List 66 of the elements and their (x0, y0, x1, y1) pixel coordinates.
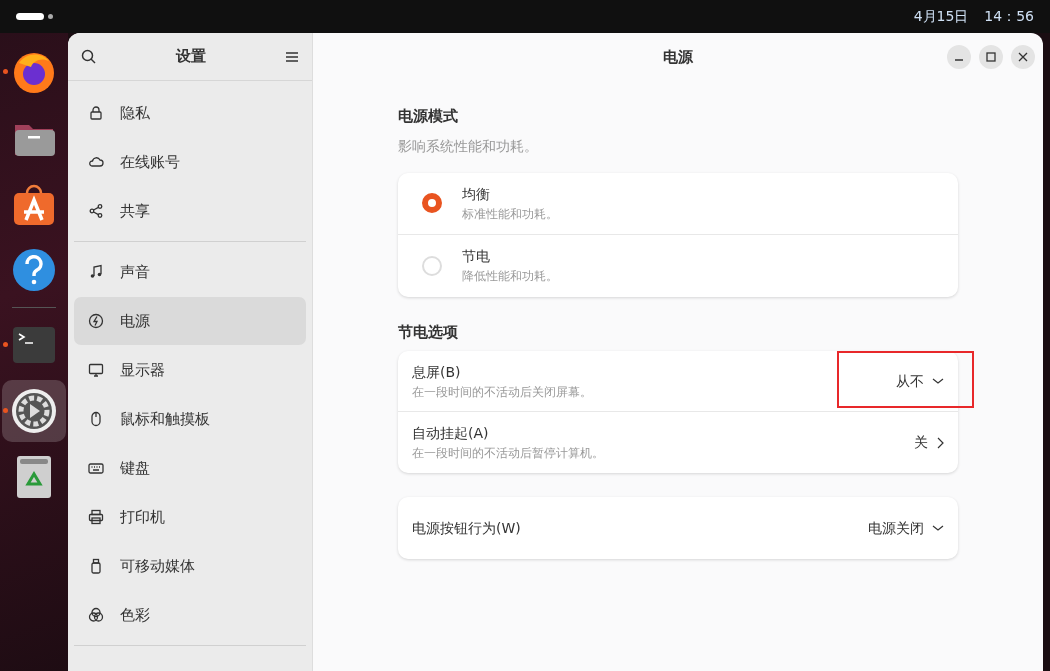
maximize-button[interactable] (979, 45, 1003, 69)
settings-row[interactable]: 自动挂起(A) 在一段时间的不活动后暂停计算机。 关 (398, 412, 958, 473)
workspace-dot (48, 14, 53, 19)
section-title: 节电选项 (398, 321, 459, 343)
sidebar-item[interactable]: 可移动媒体 (74, 542, 306, 590)
row-description: 在一段时间的不活动后关闭屏幕。 (412, 383, 593, 401)
row-value[interactable]: 电源关闭 (868, 517, 944, 539)
row-value[interactable]: 关 (914, 432, 944, 453)
section-title: 电源模式 (398, 106, 459, 127)
settings-row[interactable]: 电源按钮行为(W) 电源关闭 (398, 497, 958, 559)
sidebar-item[interactable]: 打印机 (74, 493, 306, 541)
trash-icon[interactable] (14, 454, 54, 500)
search-icon (81, 49, 97, 65)
option-description: 降低性能和功耗。 (462, 268, 558, 285)
color-circles-icon (88, 607, 104, 623)
value-text: 关 (914, 433, 928, 452)
gear-icon[interactable] (9, 386, 59, 436)
sidebar-item[interactable]: 色彩 (74, 591, 306, 639)
close-icon (1018, 52, 1028, 62)
sidebar-item[interactable]: 隐私 (74, 89, 306, 137)
minimize-button[interactable] (947, 45, 971, 69)
option-description: 标准性能和功耗。 (462, 205, 558, 223)
cloud-icon (88, 154, 104, 170)
sidebar-item[interactable]: 共享 (74, 187, 306, 235)
option-label: 均衡 (462, 184, 491, 204)
share-icon (88, 203, 104, 219)
lightning-icon (88, 313, 104, 329)
usb-drive-icon (88, 558, 104, 574)
sidebar-item[interactable]: 在线账号 (74, 138, 306, 186)
printer-icon (88, 509, 104, 525)
minimize-icon (954, 59, 964, 61)
value-text: 从不 (896, 371, 924, 391)
activities-indicator[interactable] (16, 13, 44, 20)
sidebar-item[interactable]: 显示器 (74, 346, 306, 394)
help-icon[interactable] (11, 247, 57, 293)
menu-icon (285, 51, 299, 63)
row-label: 息屏(B) (412, 362, 462, 382)
row-value[interactable]: 从不 (896, 370, 944, 392)
radio-row[interactable]: 均衡 标准性能和功耗。 (398, 172, 958, 235)
mouse-icon (88, 411, 104, 427)
row-label: 自动挂起(A) (412, 424, 490, 443)
close-button[interactable] (1011, 45, 1035, 69)
settings-row[interactable]: 息屏(B) 在一段时间的不活动后关闭屏幕。 从不 (398, 351, 958, 412)
option-label: 节电 (462, 247, 491, 266)
radio-row[interactable]: 节电 降低性能和功耗。 (398, 234, 958, 297)
chevron-right-icon (936, 435, 944, 450)
maximize-icon (986, 52, 996, 62)
row-label: 电源按钮行为(W) (412, 518, 522, 538)
clock-date[interactable]: 4月15日 (913, 6, 969, 27)
sidebar-item[interactable]: 电源 (74, 297, 306, 345)
sidebar-item[interactable]: 鼠标和触摸板 (74, 395, 306, 443)
radio-button[interactable] (422, 193, 442, 213)
lock-icon (88, 105, 104, 121)
sidebar-title: 设置 (174, 46, 207, 68)
sidebar-item[interactable]: 声音 (74, 248, 306, 296)
chevron-down-icon (932, 377, 944, 385)
chevron-down-icon (932, 524, 944, 532)
music-note-icon (88, 264, 104, 280)
monitor-icon (88, 362, 104, 378)
section-subtitle: 影响系统性能和功耗。 (398, 136, 539, 156)
keyboard-icon (88, 460, 104, 476)
sidebar-item[interactable]: 键盘 (74, 444, 306, 492)
row-description: 在一段时间的不活动后暂停计算机。 (412, 445, 605, 462)
window-title: 电源 (662, 46, 694, 68)
value-text: 电源关闭 (868, 518, 924, 538)
clock-time[interactable]: 14：56 (984, 6, 1034, 27)
